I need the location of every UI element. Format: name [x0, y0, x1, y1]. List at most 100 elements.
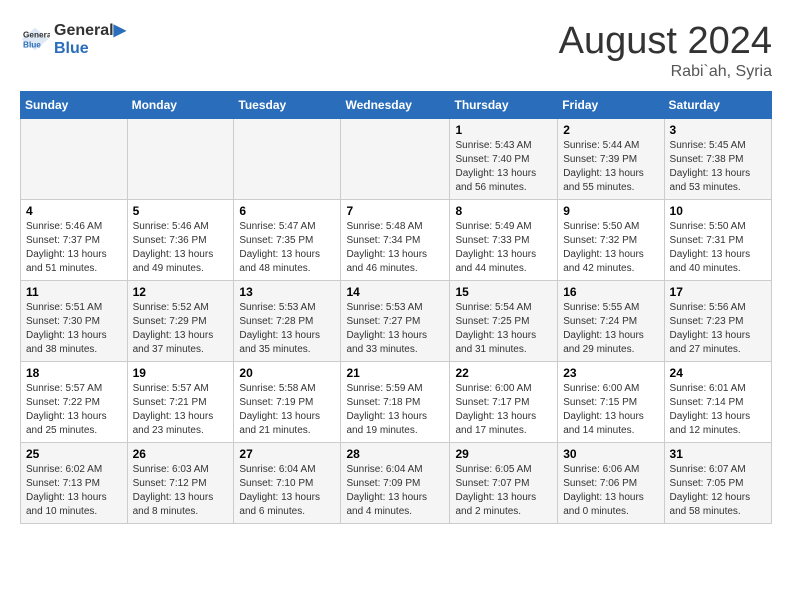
svg-text:Blue: Blue — [23, 40, 41, 49]
day-number: 28 — [346, 447, 444, 461]
day-number: 25 — [26, 447, 122, 461]
day-content: Sunrise: 5:57 AM Sunset: 7:22 PM Dayligh… — [26, 382, 122, 438]
day-header-tuesday: Tuesday — [234, 92, 341, 119]
calendar-cell: 14Sunrise: 5:53 AM Sunset: 7:27 PM Dayli… — [341, 281, 450, 362]
calendar-cell: 27 Sunrise: 6:04 AM Sunset: 7:10 PM Dayli… — [234, 443, 341, 524]
month-title: August 2024 — [559, 20, 772, 63]
day-number: 11 — [26, 285, 122, 299]
day-content: Sunrise: 5:55 AM Sunset: 7:24 PM Dayligh… — [563, 301, 658, 357]
day-header-wednesday: Wednesday — [341, 92, 450, 119]
day-number: 26 — [133, 447, 229, 461]
day-header-thursday: Thursday — [450, 92, 558, 119]
calendar-cell — [127, 119, 234, 200]
day-number: 16 — [563, 285, 658, 299]
calendar-cell: 25Sunrise: 6:02 AM Sunset: 7:13 PM Dayli… — [21, 443, 128, 524]
calendar-cell: 29Sunrise: 6:05 AM Sunset: 7:07 PM Dayli… — [450, 443, 558, 524]
day-number: 7 — [346, 204, 444, 218]
calendar-cell: 16 Sunrise: 5:55 AM Sunset: 7:24 PM Dayli… — [558, 281, 664, 362]
day-number: 27 — [239, 447, 335, 461]
day-number: 18 — [26, 366, 122, 380]
calendar-cell: 30Sunrise: 6:06 AM Sunset: 7:06 PM Dayli… — [558, 443, 664, 524]
calendar-cell: 1 Sunrise: 5:43 AM Sunset: 7:40 PM Daylig… — [450, 119, 558, 200]
day-content: Sunrise: 5:54 AM Sunset: 7:25 PM Dayligh… — [455, 301, 552, 357]
week-row-3: 11 Sunrise: 5:51 AM Sunset: 7:30 PM Dayli… — [21, 281, 772, 362]
calendar-cell — [341, 119, 450, 200]
day-number: 17 — [670, 285, 766, 299]
day-number: 13 — [239, 285, 335, 299]
calendar-cell: 28 Sunrise: 6:04 AM Sunset: 7:09 PM Dayli… — [341, 443, 450, 524]
day-content: Sunrise: 5:52 AM Sunset: 7:29 PM Dayligh… — [133, 301, 229, 357]
calendar-cell: 21Sunrise: 5:59 AM Sunset: 7:18 PM Dayli… — [341, 362, 450, 443]
week-row-2: 4 Sunrise: 5:46 AM Sunset: 7:37 PM Daylig… — [21, 200, 772, 281]
day-header-monday: Monday — [127, 92, 234, 119]
calendar-cell: 7 Sunrise: 5:48 AM Sunset: 7:34 PM Daylig… — [341, 200, 450, 281]
calendar-cell: 18 Sunrise: 5:57 AM Sunset: 7:22 PM Dayli… — [21, 362, 128, 443]
title-area: August 2024 Rabi`ah, Syria — [559, 20, 772, 81]
day-content: Sunrise: 5:47 AM Sunset: 7:35 PM Dayligh… — [239, 220, 335, 276]
location: Rabi`ah, Syria — [559, 63, 772, 81]
day-header-friday: Friday — [558, 92, 664, 119]
day-number: 4 — [26, 204, 122, 218]
day-content: Sunrise: 5:43 AM Sunset: 7:40 PM Dayligh… — [455, 139, 552, 195]
day-content: Sunrise: 5:46 AM Sunset: 7:37 PM Dayligh… — [26, 220, 122, 276]
day-number: 29 — [455, 447, 552, 461]
day-number: 23 — [563, 366, 658, 380]
header-row: SundayMondayTuesdayWednesdayThursdayFrid… — [21, 92, 772, 119]
week-row-5: 25Sunrise: 6:02 AM Sunset: 7:13 PM Dayli… — [21, 443, 772, 524]
logo: General Blue General▶ Blue — [20, 20, 126, 58]
calendar-cell: 9 Sunrise: 5:50 AM Sunset: 7:32 PM Daylig… — [558, 200, 664, 281]
day-number: 20 — [239, 366, 335, 380]
calendar-cell: 17 Sunrise: 5:56 AM Sunset: 7:23 PM Dayli… — [664, 281, 771, 362]
logo-icon: General Blue — [20, 24, 50, 54]
day-content: Sunrise: 5:50 AM Sunset: 7:31 PM Dayligh… — [670, 220, 766, 276]
svg-text:General: General — [23, 31, 50, 40]
day-content: Sunrise: 6:03 AM Sunset: 7:12 PM Dayligh… — [133, 463, 229, 519]
calendar-cell: 26 Sunrise: 6:03 AM Sunset: 7:12 PM Dayli… — [127, 443, 234, 524]
calendar-cell: 13 Sunrise: 5:53 AM Sunset: 7:28 PM Dayli… — [234, 281, 341, 362]
day-content: Sunrise: 5:49 AM Sunset: 7:33 PM Dayligh… — [455, 220, 552, 276]
day-content: Sunrise: 5:59 AM Sunset: 7:18 PM Dayligh… — [346, 382, 444, 438]
day-number: 31 — [670, 447, 766, 461]
day-number: 3 — [670, 123, 766, 137]
day-number: 22 — [455, 366, 552, 380]
calendar-table: SundayMondayTuesdayWednesdayThursdayFrid… — [20, 91, 772, 524]
logo-text: General▶ Blue — [54, 20, 126, 58]
day-number: 1 — [455, 123, 552, 137]
day-content: Sunrise: 6:00 AM Sunset: 7:15 PM Dayligh… — [563, 382, 658, 438]
calendar-cell: 5 Sunrise: 5:46 AM Sunset: 7:36 PM Daylig… — [127, 200, 234, 281]
day-number: 14 — [346, 285, 444, 299]
day-content: Sunrise: 5:53 AM Sunset: 7:28 PM Dayligh… — [239, 301, 335, 357]
day-content: Sunrise: 6:04 AM Sunset: 7:09 PM Dayligh… — [346, 463, 444, 519]
calendar-cell: 23 Sunrise: 6:00 AM Sunset: 7:15 PM Dayli… — [558, 362, 664, 443]
day-number: 5 — [133, 204, 229, 218]
day-content: Sunrise: 5:48 AM Sunset: 7:34 PM Dayligh… — [346, 220, 444, 276]
day-content: Sunrise: 6:04 AM Sunset: 7:10 PM Dayligh… — [239, 463, 335, 519]
calendar-cell: 24 Sunrise: 6:01 AM Sunset: 7:14 PM Dayli… — [664, 362, 771, 443]
calendar-cell: 31 Sunrise: 6:07 AM Sunset: 7:05 PM Dayli… — [664, 443, 771, 524]
day-content: Sunrise: 5:44 AM Sunset: 7:39 PM Dayligh… — [563, 139, 658, 195]
day-content: Sunrise: 6:07 AM Sunset: 7:05 PM Dayligh… — [670, 463, 766, 519]
day-number: 30 — [563, 447, 658, 461]
day-content: Sunrise: 5:58 AM Sunset: 7:19 PM Dayligh… — [239, 382, 335, 438]
day-content: Sunrise: 5:56 AM Sunset: 7:23 PM Dayligh… — [670, 301, 766, 357]
day-number: 24 — [670, 366, 766, 380]
day-number: 9 — [563, 204, 658, 218]
calendar-cell: 12Sunrise: 5:52 AM Sunset: 7:29 PM Dayli… — [127, 281, 234, 362]
day-content: Sunrise: 5:51 AM Sunset: 7:30 PM Dayligh… — [26, 301, 122, 357]
day-content: Sunrise: 5:50 AM Sunset: 7:32 PM Dayligh… — [563, 220, 658, 276]
calendar-cell: 4 Sunrise: 5:46 AM Sunset: 7:37 PM Daylig… — [21, 200, 128, 281]
day-number: 2 — [563, 123, 658, 137]
calendar-cell: 6Sunrise: 5:47 AM Sunset: 7:35 PM Daylig… — [234, 200, 341, 281]
calendar-cell: 3Sunrise: 5:45 AM Sunset: 7:38 PM Daylig… — [664, 119, 771, 200]
calendar-cell: 15Sunrise: 5:54 AM Sunset: 7:25 PM Dayli… — [450, 281, 558, 362]
day-header-saturday: Saturday — [664, 92, 771, 119]
day-content: Sunrise: 5:57 AM Sunset: 7:21 PM Dayligh… — [133, 382, 229, 438]
calendar-cell: 2 Sunrise: 5:44 AM Sunset: 7:39 PM Daylig… — [558, 119, 664, 200]
calendar-cell: 22Sunrise: 6:00 AM Sunset: 7:17 PM Dayli… — [450, 362, 558, 443]
week-row-4: 18 Sunrise: 5:57 AM Sunset: 7:22 PM Dayli… — [21, 362, 772, 443]
calendar-cell: 19Sunrise: 5:57 AM Sunset: 7:21 PM Dayli… — [127, 362, 234, 443]
day-content: Sunrise: 6:01 AM Sunset: 7:14 PM Dayligh… — [670, 382, 766, 438]
day-content: Sunrise: 5:46 AM Sunset: 7:36 PM Dayligh… — [133, 220, 229, 276]
calendar-cell: 20 Sunrise: 5:58 AM Sunset: 7:19 PM Dayli… — [234, 362, 341, 443]
day-header-sunday: Sunday — [21, 92, 128, 119]
